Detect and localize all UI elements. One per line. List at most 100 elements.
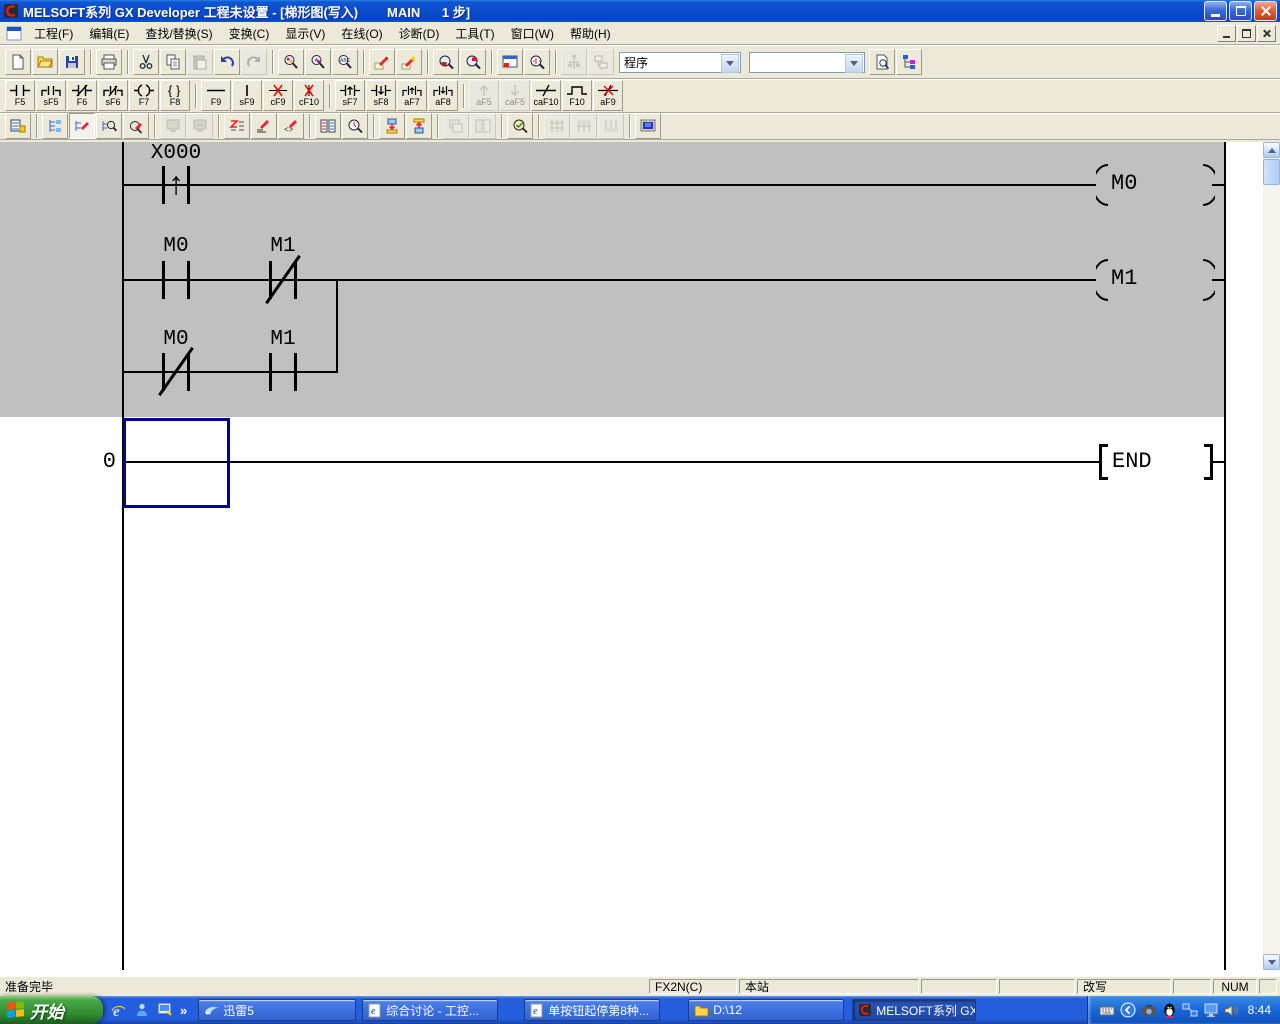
taskbar-task-forum[interactable]: e 综合讨论 - 工控... bbox=[362, 999, 498, 1021]
display-settings-tray-icon[interactable] bbox=[1203, 1003, 1219, 1018]
keyboard-layout-icon[interactable] bbox=[1099, 1003, 1115, 1018]
device-combobox[interactable] bbox=[749, 52, 865, 73]
save-project-button[interactable] bbox=[59, 49, 85, 75]
find-circuit-button[interactable] bbox=[524, 49, 550, 75]
device-memory-button[interactable] bbox=[315, 113, 341, 139]
closed-contact[interactable] bbox=[256, 261, 310, 299]
undo-button[interactable] bbox=[214, 49, 240, 75]
messenger-icon[interactable] bbox=[134, 1002, 150, 1018]
menu-convert[interactable]: 变换(C) bbox=[221, 22, 278, 45]
taskbar-task-folder[interactable]: D:\12 bbox=[688, 999, 844, 1021]
end-instruction-label[interactable]: END bbox=[1112, 449, 1152, 475]
vertical-scrollbar[interactable] bbox=[1263, 142, 1280, 970]
menu-view[interactable]: 显示(V) bbox=[277, 22, 333, 45]
program-type-combobox[interactable]: 程序 bbox=[619, 52, 741, 73]
qq-messenger-tray-icon[interactable] bbox=[1162, 1002, 1177, 1018]
horizontal-line-f9-button[interactable]: F9 bbox=[201, 80, 231, 111]
vertical-line-sf9-button[interactable]: sF9 bbox=[232, 80, 262, 111]
internet-explorer-icon[interactable]: e bbox=[110, 1002, 127, 1019]
coil-f7-button[interactable]: F7 bbox=[129, 80, 159, 111]
combo-dropdown-button[interactable] bbox=[721, 54, 739, 73]
line-delete-af9-button[interactable]: aF9 bbox=[593, 80, 623, 111]
find-button[interactable] bbox=[278, 49, 304, 75]
new-project-button[interactable] bbox=[5, 49, 31, 75]
taskbar-task-article[interactable]: e 单按钮起停第8种... bbox=[524, 999, 660, 1021]
statement-edit-button[interactable] bbox=[251, 113, 277, 139]
zoom-destination-button[interactable] bbox=[460, 49, 486, 75]
falling-pulse-sf8-button[interactable]: sF8 bbox=[366, 80, 396, 111]
combo-dropdown-button[interactable] bbox=[845, 54, 863, 73]
close-button[interactable] bbox=[1254, 1, 1277, 21]
taskbar-task-thunder[interactable]: 迅雷5 bbox=[198, 999, 356, 1021]
line-draw-f10-button[interactable]: F10 bbox=[562, 80, 592, 111]
network-tray-icon[interactable] bbox=[1182, 1003, 1198, 1018]
delete-horizontal-line-cf9-button[interactable]: cF9 bbox=[263, 80, 293, 111]
taskbar-task-gx-developer[interactable]: MELSOFT系列 GX D... bbox=[852, 999, 976, 1021]
menu-online[interactable]: 在线(O) bbox=[333, 22, 390, 45]
window-split-button[interactable] bbox=[497, 49, 523, 75]
device-timer-check-button[interactable] bbox=[342, 113, 368, 139]
closed-contact-f6-button[interactable]: F6 bbox=[67, 80, 97, 111]
restore-button[interactable] bbox=[1229, 1, 1252, 21]
scroll-up-button[interactable] bbox=[1263, 142, 1280, 158]
parallel-open-contact-sf5-button[interactable]: sF5 bbox=[36, 80, 66, 111]
replace-string-button[interactable] bbox=[396, 49, 422, 75]
application-instruction-f8-button[interactable]: { }F8 bbox=[160, 80, 190, 111]
parameter-tree-button[interactable] bbox=[896, 49, 922, 75]
open-contact-f5-button[interactable]: F5 bbox=[5, 80, 35, 111]
ladder-edit-cursor[interactable] bbox=[123, 418, 230, 508]
rising-pulse-sf7-button[interactable]: sF7 bbox=[335, 80, 365, 111]
parallel-rising-pulse-af7-button[interactable]: aF7 bbox=[397, 80, 427, 111]
coil-device-label[interactable]: M1 bbox=[1111, 266, 1137, 292]
camera-tray-icon[interactable] bbox=[1141, 1003, 1157, 1018]
closed-contact[interactable] bbox=[149, 353, 203, 391]
invert-operation-caf10-button[interactable]: caF10 bbox=[531, 80, 561, 111]
print-button[interactable] bbox=[96, 49, 122, 75]
find-string-button[interactable]: ABC bbox=[332, 49, 358, 75]
read-mode-button[interactable] bbox=[96, 113, 122, 139]
volume-tray-icon[interactable] bbox=[1224, 1003, 1239, 1018]
parallel-closed-contact-sf6-button[interactable]: sF6 bbox=[98, 80, 128, 111]
mdi-restore-button[interactable] bbox=[1237, 25, 1256, 42]
program-check-button[interactable] bbox=[507, 113, 533, 139]
scrollbar-thumb[interactable] bbox=[1263, 159, 1280, 185]
replace-device-button[interactable] bbox=[369, 49, 395, 75]
menu-edit[interactable]: 编辑(E) bbox=[81, 22, 137, 45]
rising-edge-contact[interactable] bbox=[149, 166, 203, 204]
start-button[interactable]: 开始 bbox=[0, 996, 103, 1024]
open-project-button[interactable] bbox=[32, 49, 58, 75]
note-edit-button[interactable]: <> bbox=[278, 113, 304, 139]
monitor-write-mode-button[interactable] bbox=[123, 113, 149, 139]
write-to-plc-button[interactable] bbox=[379, 113, 405, 139]
open-contact[interactable] bbox=[149, 261, 203, 299]
minimize-button[interactable] bbox=[1204, 1, 1227, 21]
mdi-close-button[interactable] bbox=[1257, 25, 1276, 42]
device-comment-button[interactable] bbox=[224, 113, 250, 139]
entry-monitor-button[interactable] bbox=[635, 113, 661, 139]
menu-diagnostics[interactable]: 诊断(D) bbox=[391, 22, 448, 45]
menu-find-replace[interactable]: 查找/替换(S) bbox=[137, 22, 220, 45]
menu-tools[interactable]: 工具(T) bbox=[447, 22, 502, 45]
scroll-down-button[interactable] bbox=[1263, 954, 1280, 970]
read-from-plc-button[interactable] bbox=[406, 113, 432, 139]
open-contact[interactable] bbox=[256, 353, 310, 391]
ladder-tree-button[interactable] bbox=[42, 113, 68, 139]
menu-help[interactable]: 帮助(H) bbox=[562, 22, 619, 45]
collapse-tray-chevron-icon[interactable] bbox=[1120, 1002, 1136, 1018]
copy-button[interactable] bbox=[160, 49, 186, 75]
parallel-falling-pulse-af8-button[interactable]: aF8 bbox=[428, 80, 458, 111]
find-device-button[interactable] bbox=[305, 49, 331, 75]
program-read-button[interactable] bbox=[5, 113, 31, 139]
delete-vertical-line-cf10-button[interactable]: cF10 bbox=[294, 80, 324, 111]
zoom-source-button[interactable] bbox=[433, 49, 459, 75]
menu-window[interactable]: 窗口(W) bbox=[503, 22, 562, 45]
coil-device-label[interactable]: M0 bbox=[1111, 171, 1137, 197]
cut-button[interactable] bbox=[133, 49, 159, 75]
ladder-edit-area[interactable]: X000 M0 M0 M1 M1 M0 bbox=[0, 142, 1280, 977]
mdi-document-icon[interactable] bbox=[6, 26, 22, 41]
write-mode-button[interactable] bbox=[69, 113, 95, 139]
quick-launch-overflow-chevron[interactable] bbox=[180, 1003, 187, 1018]
menu-project[interactable]: 工程(F) bbox=[26, 22, 81, 45]
show-desktop-icon[interactable] bbox=[157, 1002, 173, 1018]
project-data-list-button[interactable] bbox=[869, 49, 895, 75]
